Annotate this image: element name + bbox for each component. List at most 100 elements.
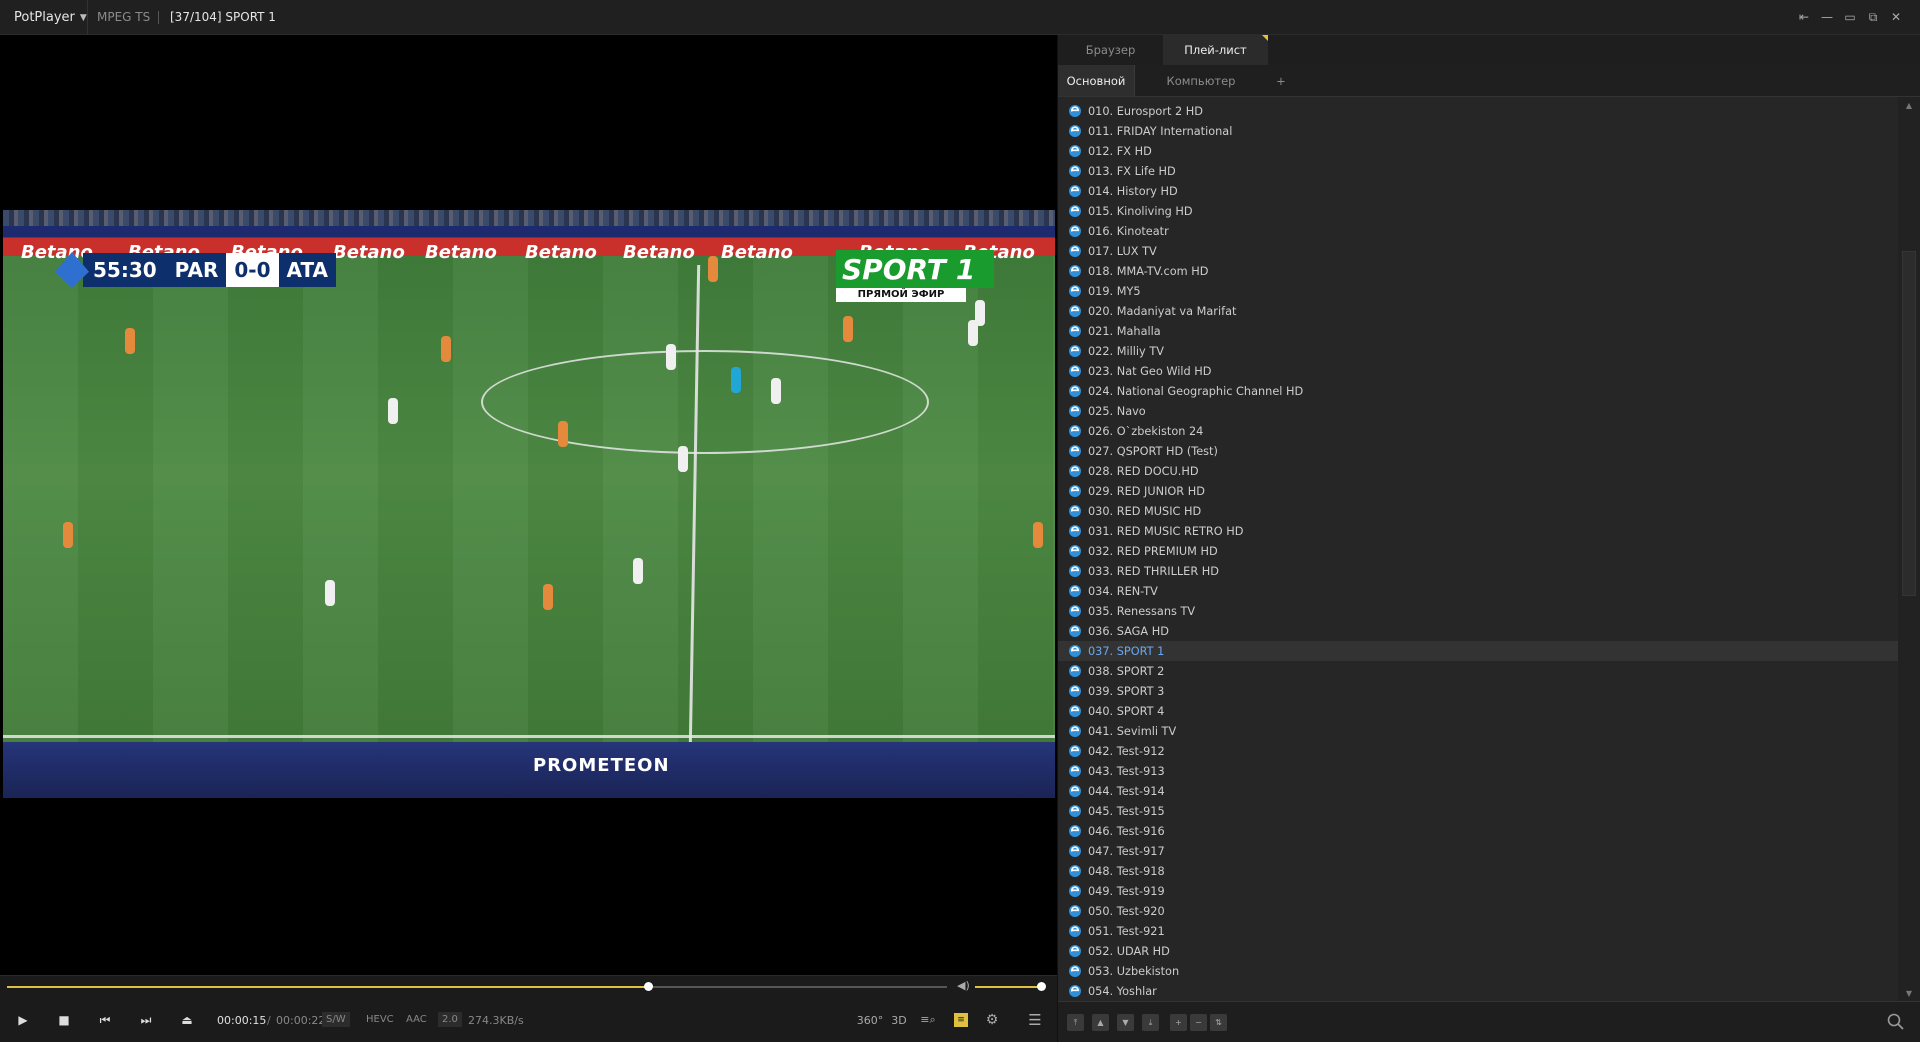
playlist-item[interactable]: 036. SAGA HD (1058, 621, 1898, 641)
playlist-item[interactable]: 016. Kinoteatr (1058, 221, 1898, 241)
play-button[interactable]: ▶ (12, 1009, 34, 1031)
menu-icon[interactable]: ☰ (1025, 1010, 1045, 1030)
playlist-item[interactable]: 020. Madaniyat va Marifat (1058, 301, 1898, 321)
playlist-item[interactable]: 026. O`zbekiston 24 (1058, 421, 1898, 441)
volume-handle[interactable] (1037, 982, 1046, 991)
fullscreen-icon[interactable]: ✕ (1887, 8, 1905, 26)
playlist-item[interactable]: 024. National Geographic Channel HD (1058, 381, 1898, 401)
playlist-item-label: 013. FX Life HD (1088, 164, 1176, 178)
tab-playlist[interactable]: Плей-лист (1163, 35, 1268, 65)
app-menu-button[interactable]: PotPlayer ▼ (0, 0, 88, 35)
video-codec-badge[interactable]: HEVC (362, 1012, 398, 1027)
playlist-item[interactable]: 029. RED JUNIOR HD (1058, 481, 1898, 501)
3d-icon[interactable]: 3D (889, 1010, 909, 1030)
add-item-icon[interactable]: + (1170, 1014, 1187, 1031)
playlist-item[interactable]: 042. Test-912 (1058, 741, 1898, 761)
playlist-item[interactable]: 046. Test-916 (1058, 821, 1898, 841)
playlist-item[interactable]: 017. LUX TV (1058, 241, 1898, 261)
playlist-item[interactable]: 039. SPORT 3 (1058, 681, 1898, 701)
chapter-search-icon[interactable]: ≡⌕ (918, 1010, 938, 1030)
volume-slider[interactable] (975, 982, 1046, 991)
playlist-item[interactable]: 025. Navo (1058, 401, 1898, 421)
seek-handle[interactable] (644, 982, 654, 991)
playlist-item[interactable]: 021. Mahalla (1058, 321, 1898, 341)
decoder-badge[interactable]: S/W (322, 1012, 350, 1027)
speaker-icon[interactable]: ◀) (957, 979, 970, 992)
scroll-up-icon[interactable]: ▲ (1898, 97, 1920, 113)
playlist-item[interactable]: 033. RED THRILLER HD (1058, 561, 1898, 581)
video-frame[interactable]: Betano Betano Betano Betano Betano Betan… (3, 210, 1055, 798)
playlist-item[interactable]: 023. Nat Geo Wild HD (1058, 361, 1898, 381)
seek-bar[interactable] (7, 982, 947, 991)
playlist-item[interactable]: 053. Uzbekiston (1058, 961, 1898, 981)
playlist-item[interactable]: 044. Test-914 (1058, 781, 1898, 801)
search-icon[interactable] (1886, 1012, 1906, 1032)
playlist-item[interactable]: 019. MY5 (1058, 281, 1898, 301)
playlist-item[interactable]: 031. RED MUSIC RETRO HD (1058, 521, 1898, 541)
playlist-item[interactable]: 034. REN-TV (1058, 581, 1898, 601)
playlist-item[interactable]: 014. History HD (1058, 181, 1898, 201)
subtab-computer[interactable]: Компьютер (1142, 65, 1260, 96)
playlist-item[interactable]: 037. SPORT 1 (1058, 641, 1898, 661)
playlist-item[interactable]: 027. QSPORT HD (Test) (1058, 441, 1898, 461)
playlist-scrollbar[interactable]: ▲ ▼ (1898, 97, 1920, 1001)
move-top-icon[interactable]: ⤒ (1067, 1014, 1084, 1031)
playlist-item[interactable]: 012. FX HD (1058, 141, 1898, 161)
playlist-item-label: 045. Test-915 (1088, 804, 1165, 818)
subtab-add-button[interactable]: + (1268, 65, 1294, 96)
vr-360-icon[interactable]: 360° (857, 1010, 884, 1030)
playlist-item[interactable]: 043. Test-913 (1058, 761, 1898, 781)
scroll-thumb[interactable] (1902, 251, 1916, 596)
sort-icon[interactable]: ⇅ (1210, 1014, 1227, 1031)
time-total[interactable]: 00:00:22 (276, 1014, 325, 1027)
playlist-item[interactable]: 050. Test-920 (1058, 901, 1898, 921)
stream-icon (1069, 545, 1081, 557)
maximize-icon[interactable]: ⧉ (1864, 8, 1882, 26)
remove-item-icon[interactable]: − (1190, 1014, 1207, 1031)
playlist-toggle-icon[interactable]: ≡ (954, 1013, 968, 1027)
restore-icon[interactable]: ▭ (1841, 8, 1859, 26)
gear-icon[interactable]: ⚙ (982, 1010, 1002, 1030)
channels-badge[interactable]: 2.0 (438, 1012, 462, 1027)
minimize-icon[interactable]: — (1818, 8, 1836, 26)
playlist-item[interactable]: 038. SPORT 2 (1058, 661, 1898, 681)
tab-browser[interactable]: Браузер (1058, 35, 1163, 65)
move-up-icon[interactable]: ▲ (1092, 1014, 1109, 1031)
player (708, 256, 718, 282)
playlist-item[interactable]: 032. RED PREMIUM HD (1058, 541, 1898, 561)
playlist[interactable]: 010. Eurosport 2 HD 011. FRIDAY Internati… (1058, 97, 1898, 1001)
playlist-item[interactable]: 045. Test-915 (1058, 801, 1898, 821)
audio-codec-badge[interactable]: AAC (402, 1012, 431, 1027)
playlist-item[interactable]: 010. Eurosport 2 HD (1058, 101, 1898, 121)
playlist-item[interactable]: 052. UDAR HD (1058, 941, 1898, 961)
playlist-item[interactable]: 013. FX Life HD (1058, 161, 1898, 181)
playlist-item[interactable]: 054. Yoshlar (1058, 981, 1898, 1001)
move-down-icon[interactable]: ▼ (1117, 1014, 1134, 1031)
stop-button[interactable]: ■ (53, 1009, 75, 1031)
stream-icon (1069, 365, 1081, 377)
previous-button[interactable]: ⏮ (94, 1009, 116, 1031)
playlist-item[interactable]: 015. Kinoliving HD (1058, 201, 1898, 221)
move-bottom-icon[interactable]: ⤓ (1142, 1014, 1159, 1031)
playlist-item[interactable]: 049. Test-919 (1058, 881, 1898, 901)
scroll-down-icon[interactable]: ▼ (1898, 985, 1920, 1001)
stream-icon (1069, 965, 1081, 977)
playlist-item[interactable]: 048. Test-918 (1058, 861, 1898, 881)
playlist-item[interactable]: 011. FRIDAY International (1058, 121, 1898, 141)
playlist-item[interactable]: 030. RED MUSIC HD (1058, 501, 1898, 521)
time-current[interactable]: 00:00:15 (217, 1014, 266, 1027)
playlist-item[interactable]: 022. Milliy TV (1058, 341, 1898, 361)
pin-icon[interactable]: ⇤ (1795, 8, 1813, 26)
playlist-item[interactable]: 035. Renessans TV (1058, 601, 1898, 621)
playlist-item-label: 022. Milliy TV (1088, 344, 1164, 358)
playlist-item[interactable]: 041. Sevimli TV (1058, 721, 1898, 741)
playlist-item[interactable]: 047. Test-917 (1058, 841, 1898, 861)
playlist-item[interactable]: 040. SPORT 4 (1058, 701, 1898, 721)
playlist-item[interactable]: 051. Test-921 (1058, 921, 1898, 941)
playlist-item[interactable]: 028. RED DOCU.HD (1058, 461, 1898, 481)
playlist-item[interactable]: 018. MMA-TV.com HD (1058, 261, 1898, 281)
video-area[interactable]: Betano Betano Betano Betano Betano Betan… (0, 35, 1057, 975)
eject-button[interactable]: ⏏ (176, 1009, 198, 1031)
subtab-main[interactable]: Основной (1058, 65, 1135, 96)
next-button[interactable]: ⏭ (135, 1009, 157, 1031)
